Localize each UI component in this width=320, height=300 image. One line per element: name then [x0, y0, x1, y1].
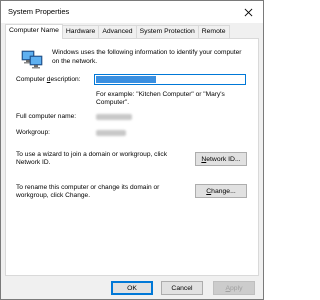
tab-advanced[interactable]: Advanced [98, 25, 137, 39]
title-bar: System Properties [1, 1, 263, 23]
window-title: System Properties [8, 7, 70, 16]
computer-description-input[interactable] [94, 74, 246, 85]
network-id-button[interactable]: Network ID... [195, 152, 247, 166]
intro-text: Windows uses the following information t… [52, 49, 242, 65]
apply-button[interactable]: Apply [213, 281, 255, 295]
ok-button[interactable]: OK [111, 281, 153, 295]
system-properties-window: System Properties Computer Name Hardware… [0, 0, 264, 300]
change-button[interactable]: Change... [195, 184, 247, 198]
full-computer-name-label: Full computer name: [16, 113, 77, 120]
workgroup-value [96, 130, 126, 136]
close-icon [244, 8, 252, 16]
tab-remote[interactable]: Remote [197, 25, 230, 39]
tab-system-protection[interactable]: System Protection [135, 25, 199, 39]
rename-text: To rename this computer or change its do… [16, 184, 160, 200]
tab-hardware[interactable]: Hardware [61, 25, 100, 39]
close-button[interactable] [233, 1, 263, 23]
network-id-text: To use a wizard to join a domain or work… [16, 151, 167, 167]
tab-strip: Computer Name Hardware Advanced System P… [5, 24, 230, 39]
full-computer-name-value [96, 114, 132, 120]
cancel-button[interactable]: Cancel [161, 281, 203, 295]
description-selection [96, 76, 156, 83]
tab-computer-name[interactable]: Computer Name [5, 24, 63, 39]
description-label: Computer description: [16, 76, 81, 83]
computer-name-panel: Windows uses the following information t… [5, 38, 259, 276]
description-example: For example: "Kitchen Computer" or "Mary… [96, 91, 225, 107]
computer-network-icon [21, 50, 43, 69]
workgroup-label: Workgroup: [16, 129, 50, 136]
